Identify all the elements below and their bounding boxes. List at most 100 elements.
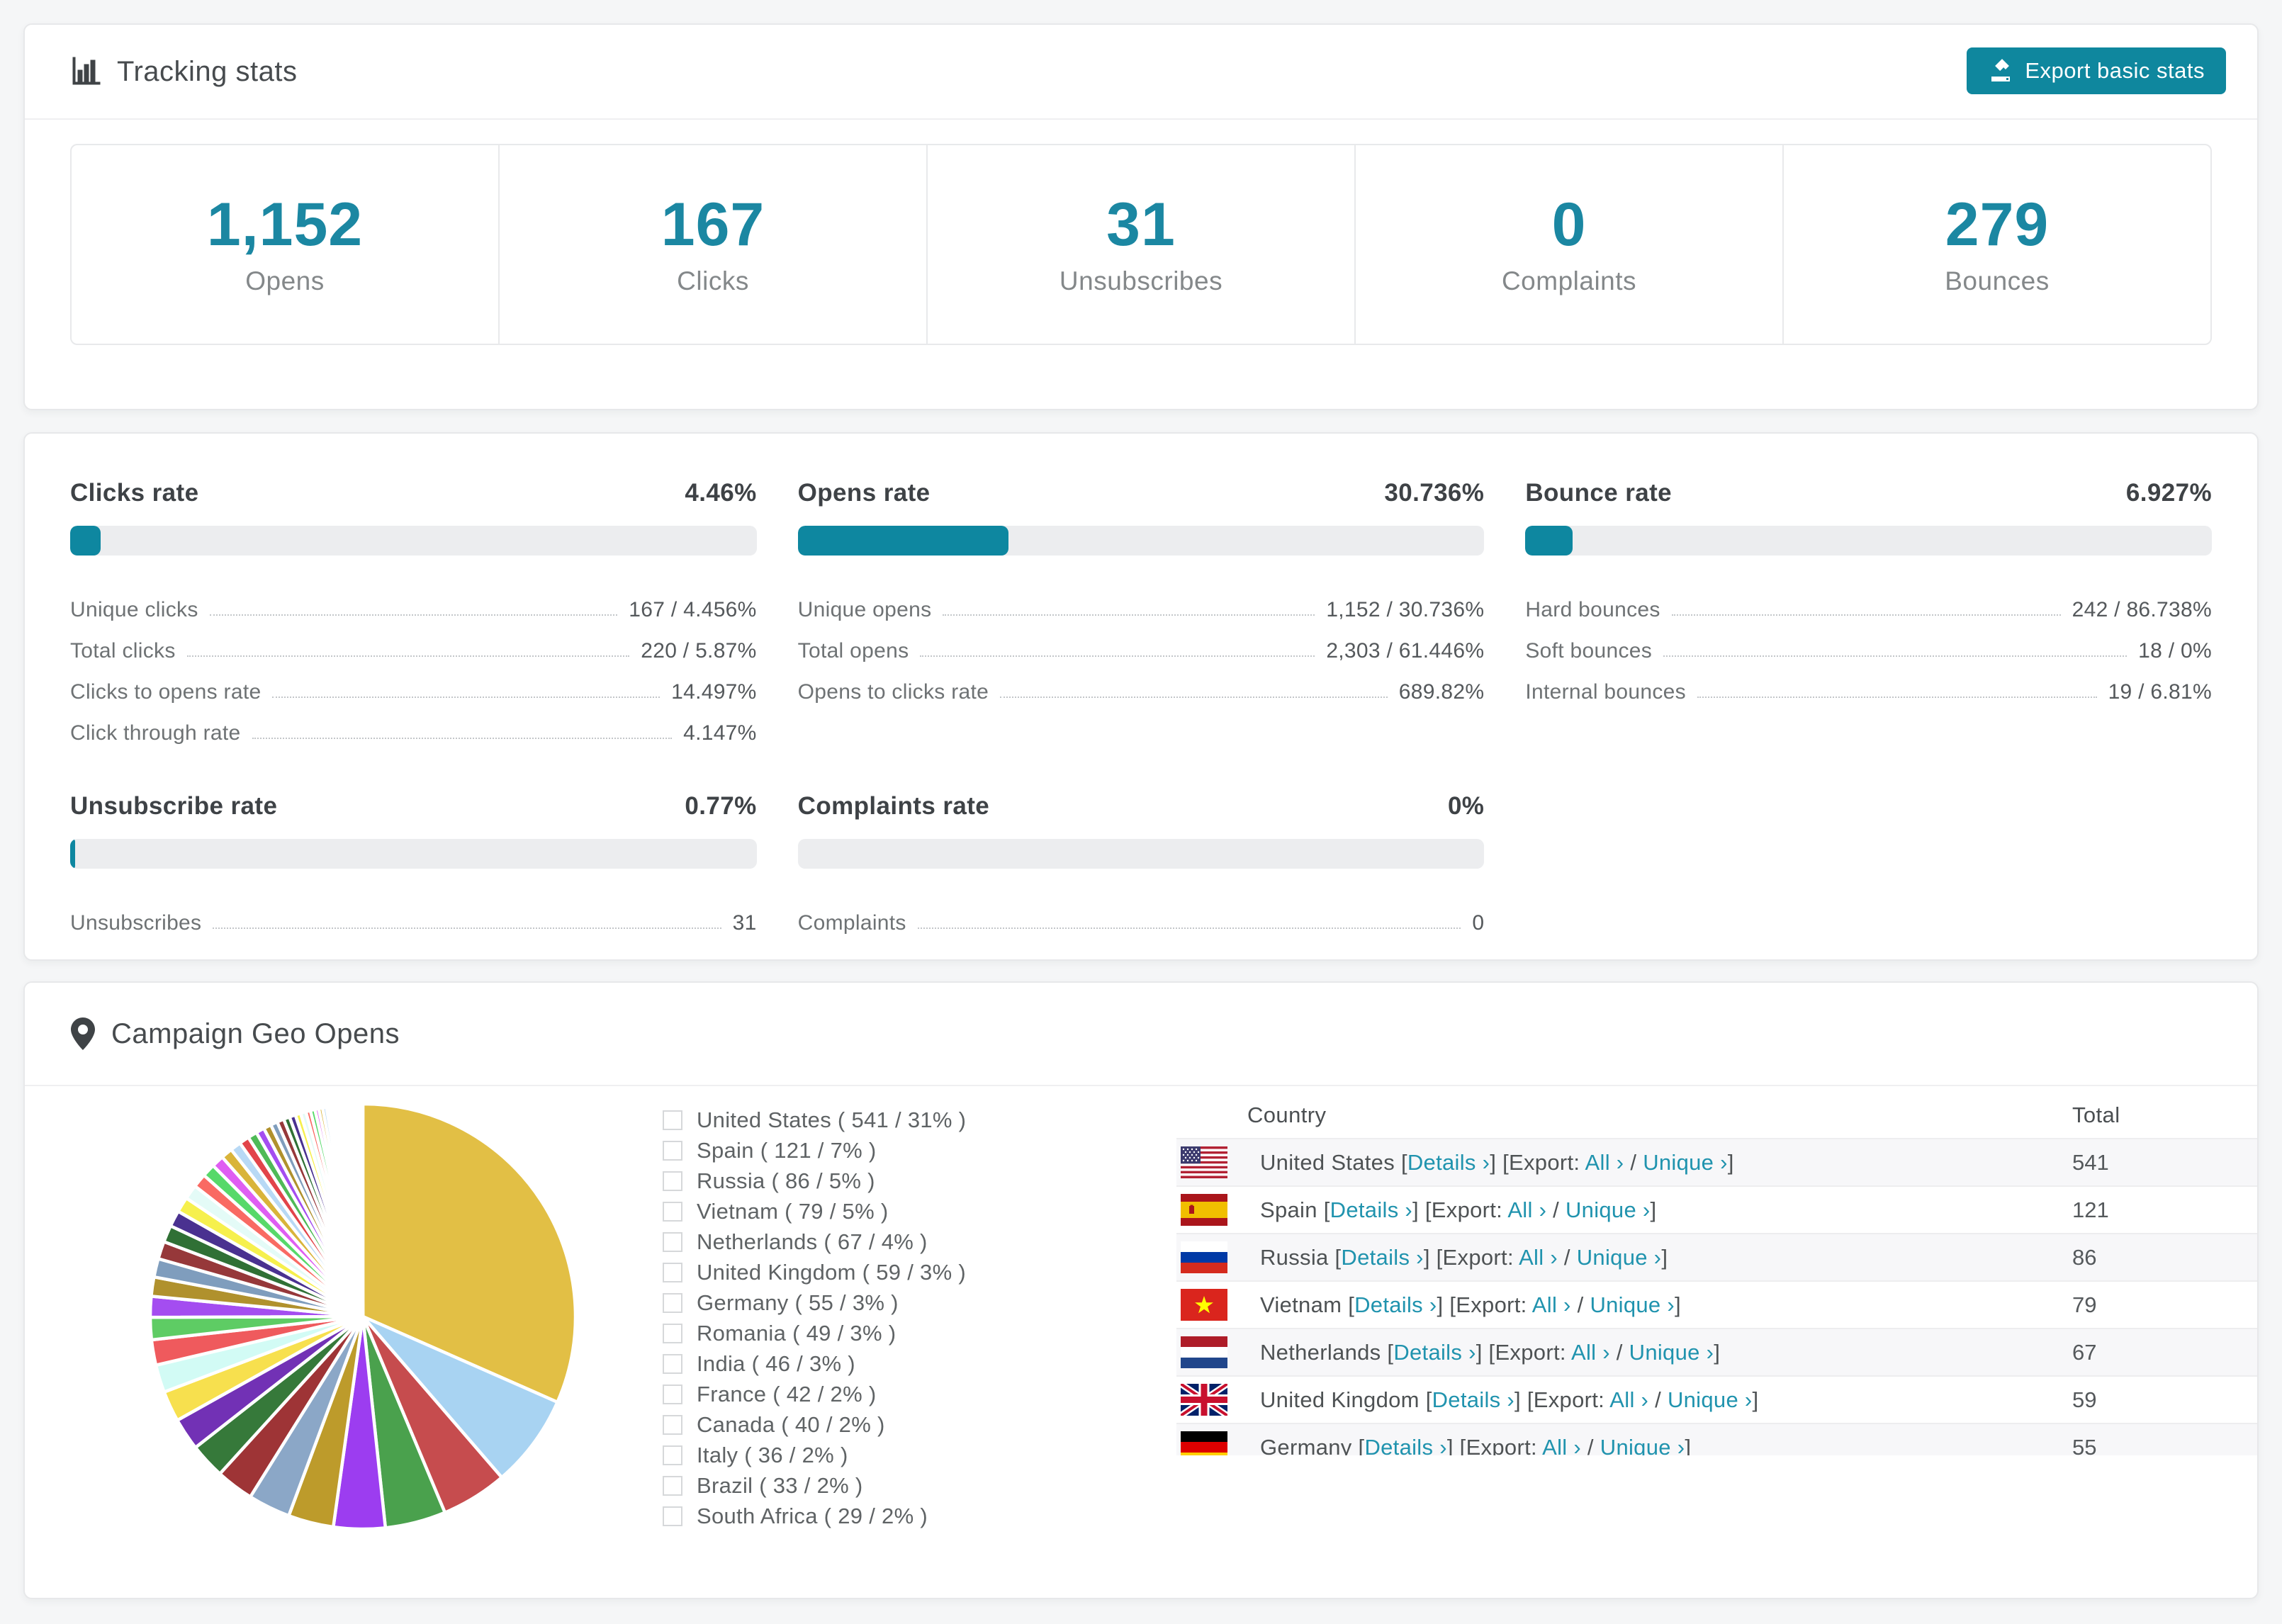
country-name: United Kingdom [1260,1387,1420,1412]
rate-detail-value: 689.82% [1398,680,1485,704]
export-unique-link[interactable]: Unique › [1600,1435,1685,1456]
rate-detail-label: Internal bounces [1525,680,1686,704]
legend-label: Vietnam ( 79 / 5% ) [697,1198,889,1224]
rate-detail-label: Total clicks [70,639,176,662]
export-all-link[interactable]: All › [1571,1340,1610,1365]
summary-stats-box: 1,152 Opens 167 Clicks 31 Unsubscribes 0… [70,144,2212,345]
legend-swatch [663,1323,682,1343]
legend-swatch [663,1262,682,1282]
rate-detail-value: 4.147% [683,721,757,745]
rate-progress-fill [70,526,101,556]
legend-item: Spain ( 121 / 7% ) [663,1135,966,1166]
export-all-link[interactable]: All › [1585,1150,1624,1175]
country-flag-icon [1181,1289,1227,1321]
legend-swatch [663,1445,682,1465]
legend-item: Germany ( 55 / 3% ) [663,1287,966,1318]
export-button-label: Export basic stats [2025,58,2205,83]
country-name: Germany [1260,1434,1352,1456]
legend-label: Russia ( 86 / 5% ) [697,1168,875,1193]
export-all-link[interactable]: All › [1532,1292,1571,1317]
export-unique-link[interactable]: Unique › [1643,1150,1728,1175]
rate-panel-title: Complaints rate [797,792,990,820]
details-link[interactable]: Details › [1364,1435,1446,1456]
export-unique-link[interactable]: Unique › [1566,1197,1651,1222]
dotted-leader [209,614,618,616]
export-unique-link[interactable]: Unique › [1577,1245,1662,1270]
rate-detail-value: 14.497% [671,680,757,704]
country-total-value: 59 [2072,1387,2097,1412]
rate-detail-label: Total opens [797,639,909,662]
rate-progress-bar [797,839,1485,869]
rate-progress-fill [797,526,1009,556]
legend-item: Brazil ( 33 / 2% ) [663,1470,966,1501]
rate-panel-value: 4.46% [685,479,757,507]
legend-label: Romania ( 49 / 3% ) [697,1320,896,1346]
rate-detail-row: Soft bounces 18 / 0% [1525,622,2212,663]
rate-detail-label: Complaints [797,911,906,935]
legend-swatch [663,1506,682,1526]
rate-detail-value: 18 / 0% [2138,639,2212,662]
dotted-leader [1671,614,2061,616]
summary-stat-value: 0 [1551,190,1587,259]
country-table-row: Vietnam [Details ›] [Export: All › / Uni… [1176,1280,2257,1328]
tracking-stats-title: Tracking stats [70,56,297,88]
rate-panel: Bounce rate 6.927% Hard bounces 242 / 86… [1525,479,2212,745]
details-link[interactable]: Details › [1330,1197,1412,1222]
export-all-link[interactable]: All › [1609,1387,1648,1412]
legend-item: Netherlands ( 67 / 4% ) [663,1227,966,1257]
export-all-link[interactable]: All › [1542,1435,1581,1456]
country-table-row: United States [Details ›] [Export: All ›… [1176,1138,2257,1185]
rate-detail-label: Click through rate [70,721,241,745]
country-table-row: Germany [Details ›] [Export: All › / Uni… [1176,1423,2257,1456]
rate-panel-title: Clicks rate [70,479,199,507]
country-table-row: United Kingdom [Details ›] [Export: All … [1176,1375,2257,1423]
country-flag-icon [1181,1336,1227,1368]
details-link[interactable]: Details › [1393,1340,1476,1365]
rate-detail-label: Unique clicks [70,598,198,621]
dotted-leader [272,697,661,698]
export-unique-link[interactable]: Unique › [1590,1292,1675,1317]
total-column-header: Total [2072,1103,2120,1127]
export-basic-stats-button[interactable]: Export basic stats [1967,47,2226,94]
rate-panel-title: Opens rate [797,479,931,507]
rate-panel: Clicks rate 4.46% Unique clicks 167 / 4.… [70,479,757,745]
details-link[interactable]: Details › [1341,1245,1423,1270]
country-total-value: 86 [2072,1244,2097,1270]
rate-detail-label: Opens to clicks rate [797,680,989,704]
export-unique-link[interactable]: Unique › [1668,1387,1753,1412]
country-total-value: 121 [2072,1197,2109,1222]
legend-item: Canada ( 40 / 2% ) [663,1409,966,1440]
rate-detail-label: Clicks to opens rate [70,680,262,704]
summary-stat-value: 279 [1945,190,2050,259]
summary-stat-cell: 0 Complaints [1354,145,1782,344]
export-all-link[interactable]: All › [1519,1245,1558,1270]
legend-item: South Africa ( 29 / 2% ) [663,1501,966,1531]
geo-pie-chart[interactable] [134,1088,592,1545]
details-link[interactable]: Details › [1407,1150,1490,1175]
legend-swatch [663,1110,682,1130]
summary-stat-cell: 31 Unsubscribes [926,145,1354,344]
rate-detail-label: Hard bounces [1525,598,1660,621]
rate-detail-value: 31 [732,911,757,935]
export-unique-link[interactable]: Unique › [1629,1340,1714,1365]
dotted-leader [1697,697,2097,698]
country-total-value: 79 [2072,1292,2097,1317]
legend-label: India ( 46 / 3% ) [697,1350,855,1376]
country-flag-icon [1181,1146,1227,1178]
rate-panel-title: Unsubscribe rate [70,792,278,820]
country-total-value: 67 [2072,1339,2097,1365]
details-link[interactable]: Details › [1432,1387,1514,1412]
rate-detail-row: Unique opens 1,152 / 30.736% [798,581,1485,622]
tracking-stats-page: Tracking stats Export basic stats 1,152 … [0,0,2282,1624]
legend-swatch [663,1292,682,1313]
rate-progress-fill [70,839,76,869]
details-link[interactable]: Details › [1354,1292,1437,1317]
export-all-link[interactable]: All › [1507,1197,1546,1222]
legend-swatch [663,1231,682,1252]
legend-swatch [663,1201,682,1222]
legend-item: India ( 46 / 3% ) [663,1348,966,1379]
country-table-row: Spain [Details ›] [Export: All › / Uniqu… [1176,1185,2257,1233]
summary-stat-label: Complaints [1501,266,1637,296]
legend-swatch [663,1475,682,1496]
country-table-row: Netherlands [Details ›] [Export: All › /… [1176,1328,2257,1375]
